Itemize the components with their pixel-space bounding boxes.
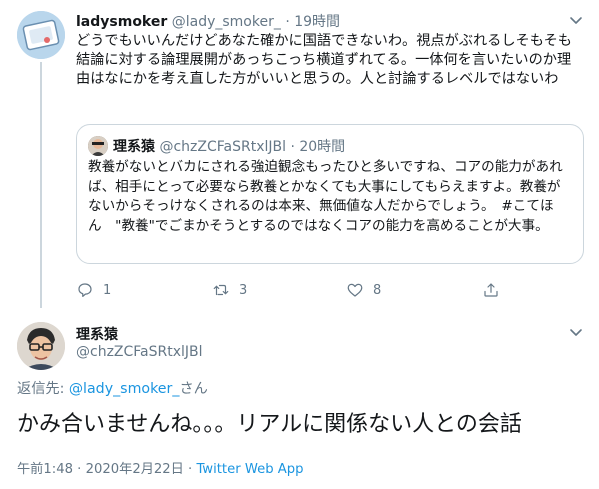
tweet-time[interactable]: 19時間 bbox=[294, 14, 340, 30]
tweet-text: かみ合いませんね。。。リアルに関係ない人との会話 bbox=[17, 412, 522, 437]
reply-prefix: 返信先: bbox=[17, 381, 69, 397]
user-handle[interactable]: @chzZCFaSRtxlJBl bbox=[76, 344, 203, 360]
reply-context: 返信先: @lady_smoker_さん bbox=[17, 378, 208, 398]
tweet-text: どうでもいいんだけどあなた確かに国語できないわ。視点がぶれるしそもそも結論に対す… bbox=[76, 33, 572, 87]
quote-text: 教養がないとバカにされる強迫観念もったひと多いですね、コアの能力があれば、相手に… bbox=[88, 159, 563, 234]
retweet-count: 3 bbox=[239, 282, 248, 298]
user-handle: @chzZCFaSRtxlJBl bbox=[159, 139, 286, 155]
retweet-icon bbox=[213, 284, 229, 296]
reply-button[interactable]: 1 bbox=[76, 280, 111, 300]
reply-mention-link[interactable]: @lady_smoker_ bbox=[69, 381, 180, 397]
tweet-timestamp[interactable]: 午前1:48 · 2020年2月22日 · bbox=[17, 462, 196, 477]
separator-dot: · bbox=[290, 139, 295, 155]
tweet-actions: 1 3 8 bbox=[76, 280, 526, 300]
display-name: 理系猿 bbox=[113, 139, 155, 155]
tweet-time: 20時間 bbox=[299, 139, 346, 155]
like-count: 8 bbox=[373, 282, 382, 298]
share-button[interactable] bbox=[482, 280, 500, 300]
chevron-down-icon[interactable] bbox=[566, 10, 586, 30]
thread-line bbox=[40, 62, 42, 308]
tweet-meta: 午前1:48 · 2020年2月22日 · Twitter Web App bbox=[17, 458, 304, 477]
separator-dot: · bbox=[285, 14, 290, 30]
quote-header: 理系猿 @chzZCFaSRtxlJBl · 20時間 bbox=[113, 136, 345, 156]
chevron-down-icon[interactable] bbox=[566, 322, 586, 342]
retweet-button[interactable]: 3 bbox=[212, 280, 247, 300]
avatar[interactable] bbox=[17, 11, 65, 59]
heart-icon bbox=[347, 283, 363, 297]
reply-suffix: さん bbox=[179, 381, 208, 397]
reply-icon bbox=[78, 283, 92, 297]
display-name[interactable]: 理系猿 bbox=[76, 324, 118, 344]
avatar bbox=[88, 136, 108, 156]
like-button[interactable]: 8 bbox=[346, 280, 381, 300]
source-link[interactable]: Twitter Web App bbox=[196, 462, 303, 477]
display-name[interactable]: ladysmoker bbox=[76, 14, 167, 30]
quoted-tweet[interactable]: 理系猿 @chzZCFaSRtxlJBl · 20時間 教養がないとバカにされる… bbox=[76, 124, 584, 264]
user-handle[interactable]: @lady_smoker_ bbox=[172, 14, 281, 30]
tweet-header: ladysmoker @lady_smoker_ · 19時間 bbox=[76, 11, 340, 31]
avatar[interactable] bbox=[17, 322, 65, 370]
reply-count: 1 bbox=[103, 282, 112, 298]
parent-tweet[interactable]: ladysmoker @lady_smoker_ · 19時間 どうでもいいんだ… bbox=[0, 0, 599, 310]
share-icon bbox=[484, 283, 498, 297]
